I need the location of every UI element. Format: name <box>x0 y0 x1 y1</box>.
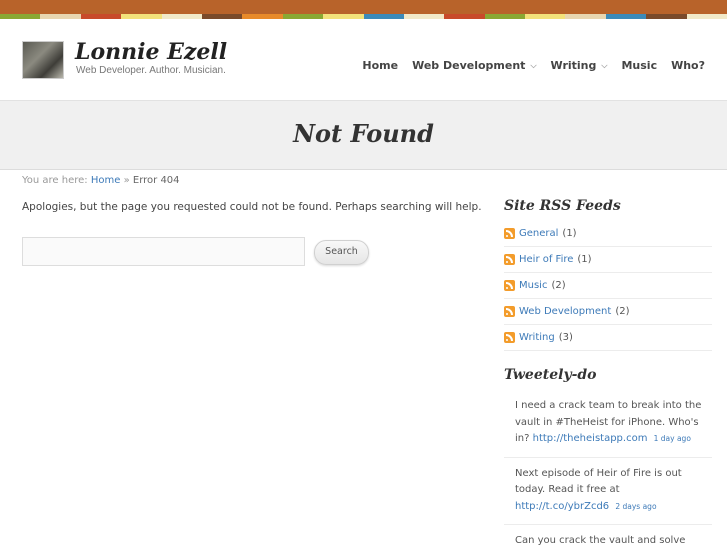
feed-link[interactable]: General <box>519 228 558 239</box>
nav-item-label: Web Development <box>412 59 526 72</box>
site-title[interactable]: Lonnie Ezell <box>75 39 227 65</box>
feed-link[interactable]: Heir of Fire <box>519 254 573 265</box>
breadcrumb: You are here: Home » Error 404 <box>22 175 180 186</box>
breadcrumb-current: Error 404 <box>132 175 180 186</box>
breadcrumb-home-link[interactable]: Home <box>91 175 121 186</box>
feed-count: (2) <box>551 280 566 291</box>
rss-icon[interactable] <box>504 332 515 343</box>
feed-count: (2) <box>615 306 630 317</box>
tweet-link[interactable]: http://theheistapp.com <box>533 433 648 444</box>
nav-item-who[interactable]: Who? <box>671 59 705 72</box>
page-title: Not Found <box>293 119 434 148</box>
chevron-down-icon: ⌵ <box>530 60 537 70</box>
list-item: General (1) <box>504 221 712 247</box>
feed-link[interactable]: Web Development <box>519 306 611 317</box>
tweet-item: Can you crack the vault and solve <box>504 525 712 559</box>
nav-item-label: Writing <box>550 59 597 72</box>
nav-item-label: Music <box>621 59 658 72</box>
nav-item-writing[interactable]: Writing ⌵ <box>551 59 608 72</box>
nav-item-web-development[interactable]: Web Development ⌵ <box>412 59 536 72</box>
breadcrumb-separator: » <box>123 175 130 186</box>
nav-item-label: Home <box>362 59 399 72</box>
tweet-item: I need a crack team to break into the va… <box>504 394 712 458</box>
list-item: Heir of Fire (1) <box>504 247 712 273</box>
author-avatar[interactable] <box>22 41 64 79</box>
tweets-widget-title: Tweetely-do <box>504 367 597 383</box>
rss-feed-list: General (1) Heir of Fire (1) Music (2) W… <box>504 221 712 351</box>
tweet-link[interactable]: http://t.co/ybrZcd6 <box>515 501 609 512</box>
feed-count: (1) <box>562 228 577 239</box>
rss-icon[interactable] <box>504 280 515 291</box>
tweet-time[interactable]: 1 day ago <box>654 434 691 443</box>
rss-icon[interactable] <box>504 228 515 239</box>
nav-item-music[interactable]: Music <box>621 59 657 72</box>
search-button[interactable]: Search <box>314 240 369 265</box>
top-decorative-bar <box>0 0 727 14</box>
site-tagline: Web Developer. Author. Musician. <box>76 65 226 76</box>
main-nav: Home Web Development ⌵ Writing ⌵ Music W… <box>348 59 705 72</box>
breadcrumb-prefix: You are here: <box>22 175 88 186</box>
rss-icon[interactable] <box>504 254 515 265</box>
rss-icon[interactable] <box>504 306 515 317</box>
tweet-list: I need a crack team to break into the va… <box>504 394 712 559</box>
list-item: Writing (3) <box>504 325 712 351</box>
feed-count: (1) <box>577 254 592 265</box>
site-header: Lonnie Ezell Web Developer. Author. Musi… <box>0 19 727 101</box>
tweet-text: Next episode of Heir of Fire is out toda… <box>515 467 682 496</box>
not-found-message: Apologies, but the page you requested co… <box>22 201 482 213</box>
rss-widget-title: Site RSS Feeds <box>504 198 621 214</box>
page-title-bar: Not Found <box>0 101 727 170</box>
search-input[interactable] <box>22 237 305 266</box>
nav-item-home[interactable]: Home <box>362 59 398 72</box>
tweet-item: Next episode of Heir of Fire is out toda… <box>504 458 712 525</box>
list-item: Web Development (2) <box>504 299 712 325</box>
nav-item-label: Who? <box>671 59 705 72</box>
chevron-down-icon: ⌵ <box>601 60 608 70</box>
tweet-text: Can you crack the vault and solve <box>515 535 686 546</box>
feed-link[interactable]: Writing <box>519 332 555 343</box>
feed-count: (3) <box>558 332 573 343</box>
tweet-time[interactable]: 2 days ago <box>615 502 656 511</box>
feed-link[interactable]: Music <box>519 280 547 291</box>
list-item: Music (2) <box>504 273 712 299</box>
